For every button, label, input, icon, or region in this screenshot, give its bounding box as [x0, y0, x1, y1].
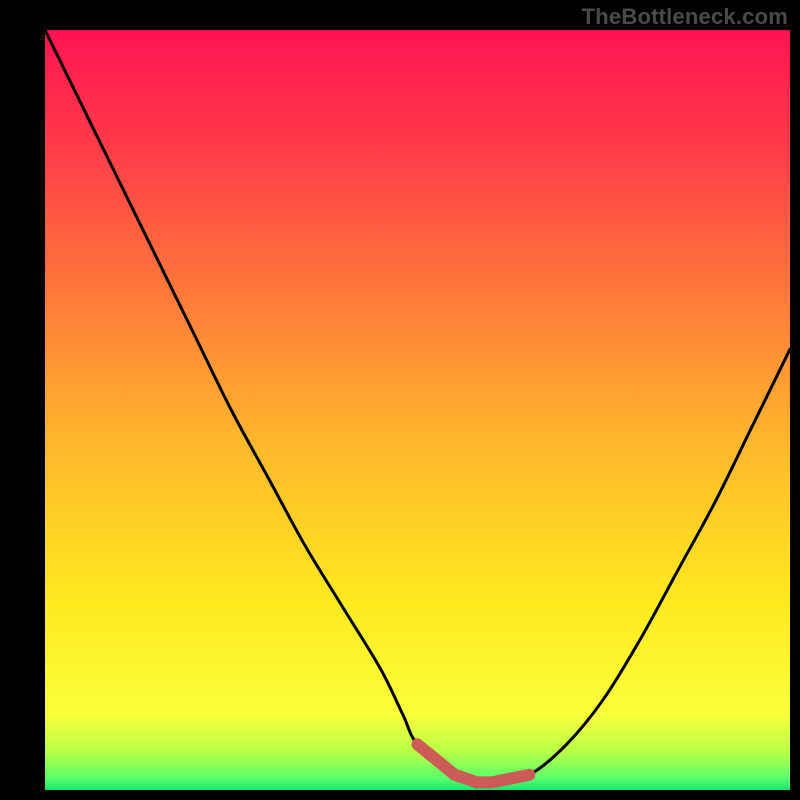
plot-background [45, 30, 790, 790]
chart-frame: TheBottleneck.com [0, 0, 800, 800]
bottleneck-chart [0, 0, 800, 800]
watermark-text: TheBottleneck.com [582, 4, 788, 30]
